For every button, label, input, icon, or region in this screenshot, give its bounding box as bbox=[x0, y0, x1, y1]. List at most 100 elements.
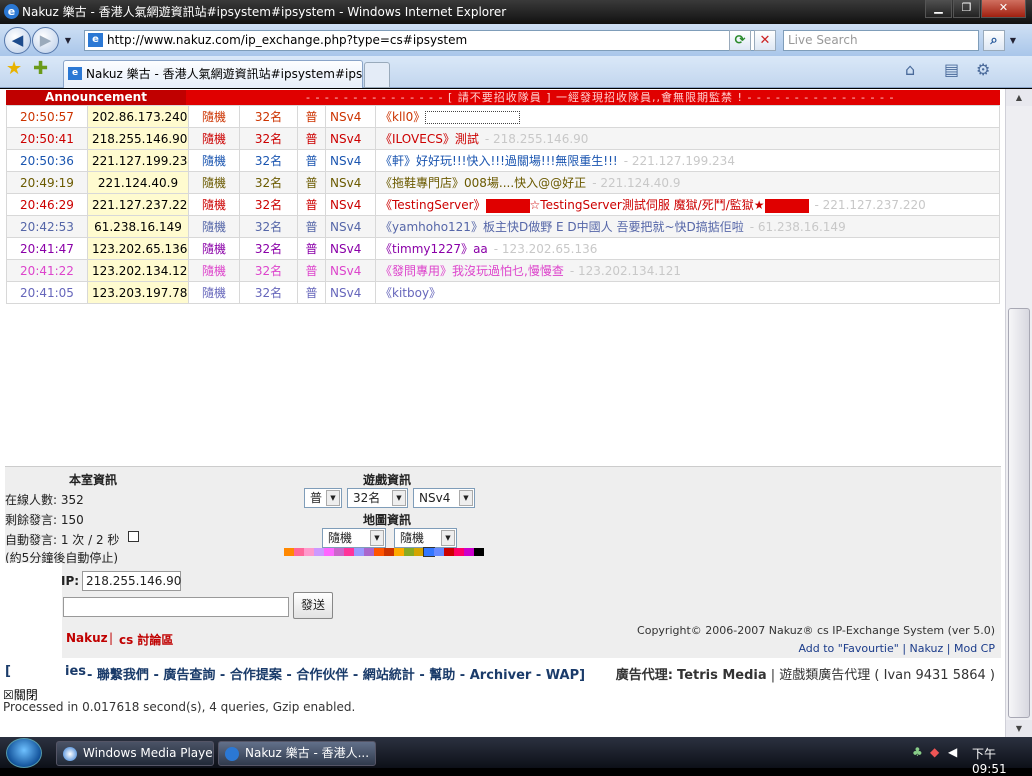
color-swatch[interactable] bbox=[304, 548, 314, 556]
volume-icon[interactable]: ◀ bbox=[948, 745, 957, 759]
auto-post-checkbox[interactable] bbox=[128, 531, 139, 542]
forward-button[interactable]: ▶ bbox=[32, 27, 59, 54]
network-icon[interactable]: ♣ bbox=[912, 745, 923, 759]
ip-cell[interactable]: 123.202.65.136 bbox=[87, 237, 189, 260]
map-select-1[interactable]: 隨機 ▼ bbox=[322, 528, 386, 548]
color-swatch[interactable] bbox=[294, 548, 304, 556]
color-swatch[interactable] bbox=[414, 548, 424, 556]
send-button[interactable]: 發送 bbox=[293, 592, 333, 619]
home-icon[interactable]: ⌂ bbox=[905, 60, 915, 79]
players-cell: 32名 bbox=[239, 215, 298, 238]
scroll-down-arrow[interactable]: ▼ bbox=[1006, 720, 1032, 737]
color-swatch[interactable] bbox=[364, 548, 374, 556]
mod-cp-link[interactable]: Mod CP bbox=[954, 642, 995, 655]
version-select[interactable]: NSv4 ▼ bbox=[413, 488, 475, 508]
ip-cell[interactable]: 61.238.16.149 bbox=[87, 215, 189, 238]
color-swatch[interactable] bbox=[394, 548, 404, 556]
page-menu-icon[interactable]: ▤ bbox=[944, 60, 959, 79]
close-window-button[interactable]: ✕ bbox=[981, 0, 1026, 18]
ip-cell[interactable]: 218.255.146.90 bbox=[87, 127, 189, 150]
table-row: 20:50:41 218.255.146.90 隨機 32名普 NSv4 《ILOVECS… bbox=[6, 127, 1000, 150]
site-link[interactable]: 合作提案 bbox=[230, 668, 282, 683]
server-name[interactable]: 《拖鞋專門店》 bbox=[380, 176, 464, 190]
ip-cell[interactable]: 221.127.199.234 bbox=[87, 149, 189, 172]
color-swatch[interactable] bbox=[354, 548, 364, 556]
site-link[interactable]: 廣告查詢 bbox=[163, 668, 215, 683]
site-link[interactable]: 聯繫我們 bbox=[97, 668, 149, 683]
nakuz-link[interactable]: Nakuz bbox=[66, 631, 108, 645]
server-name[interactable]: 《kitboy》 bbox=[380, 286, 441, 300]
server-name[interactable]: 《yamhoho121》 bbox=[380, 220, 483, 234]
ip-input[interactable]: 218.255.146.90 bbox=[82, 571, 181, 591]
message-ip: - 123.202.65.136 bbox=[493, 242, 598, 256]
favorites-star-icon[interactable]: ★ bbox=[6, 58, 22, 79]
search-icon[interactable]: ⌕ bbox=[983, 30, 1005, 51]
refresh-button[interactable]: ⟳ bbox=[729, 30, 751, 51]
ad-agent-name[interactable]: Tetris Media bbox=[677, 668, 767, 683]
server-name[interactable]: 《發問專用》 bbox=[380, 264, 452, 278]
partial-link[interactable]: ies bbox=[65, 664, 86, 679]
announcement-label: Announcement bbox=[6, 90, 186, 105]
color-swatch[interactable] bbox=[474, 548, 484, 556]
scroll-thumb[interactable] bbox=[1008, 308, 1030, 718]
address-bar[interactable]: e http://www.nakuz.com/ip_exchange.php?t… bbox=[84, 30, 776, 51]
site-link[interactable]: Archiver bbox=[470, 668, 532, 683]
server-name[interactable]: 《kll0》 bbox=[380, 110, 425, 124]
alert-icon[interactable]: ◆ bbox=[930, 745, 939, 759]
tools-gear-icon[interactable]: ⚙ bbox=[976, 60, 990, 79]
color-swatch[interactable] bbox=[434, 548, 444, 556]
site-link[interactable]: 網站統計 bbox=[363, 668, 415, 683]
vertical-scrollbar[interactable]: ▲ ▼ bbox=[1005, 89, 1032, 737]
color-swatch[interactable] bbox=[454, 548, 464, 556]
site-link[interactable]: WAP bbox=[546, 668, 579, 683]
version-cell: NSv4 bbox=[325, 259, 376, 282]
ip-cell[interactable]: 202.86.173.240 bbox=[87, 105, 189, 128]
site-link[interactable]: 幫助 bbox=[429, 668, 455, 683]
message-input[interactable] bbox=[63, 597, 289, 617]
forum-link[interactable]: cs 討論區 bbox=[119, 631, 173, 648]
footer-nakuz-link[interactable]: Nakuz bbox=[910, 642, 944, 655]
clock[interactable]: 下午 09:51 bbox=[972, 745, 1032, 776]
color-swatch[interactable] bbox=[314, 548, 324, 556]
color-swatch[interactable] bbox=[464, 548, 474, 556]
ip-cell[interactable]: 123.202.134.121 bbox=[87, 259, 189, 282]
footer-links: Add to "Favourtie" | Nakuz | Mod CP bbox=[798, 642, 995, 655]
minimize-button[interactable]: ▁ bbox=[925, 0, 952, 18]
players-select[interactable]: 32名 ▼ bbox=[347, 488, 408, 508]
color-swatch[interactable] bbox=[284, 548, 294, 556]
server-name[interactable]: 《軒》 bbox=[380, 154, 416, 168]
stop-button[interactable]: ✕ bbox=[754, 30, 776, 51]
server-name[interactable]: 《ILOVECS》 bbox=[380, 132, 455, 146]
add-favorites-icon[interactable]: ✚ bbox=[33, 58, 48, 79]
maximize-button[interactable]: ❐ bbox=[953, 0, 980, 18]
site-link[interactable]: 合作伙伴 bbox=[296, 668, 348, 683]
color-swatch[interactable] bbox=[344, 548, 354, 556]
search-input[interactable]: Live Search bbox=[783, 30, 979, 51]
color-swatch[interactable] bbox=[444, 548, 454, 556]
color-swatch[interactable] bbox=[334, 548, 344, 556]
tab-active[interactable]: e Nakuz 樂古 - 香港人氣網遊資訊站#ipsystem#ipsys... bbox=[63, 60, 363, 88]
taskbar-ie-window[interactable]: Nakuz 樂古 - 香港人... bbox=[218, 741, 376, 766]
server-name[interactable]: 《timmy1227》 bbox=[380, 242, 473, 256]
server-name[interactable]: 《TestingServer》 bbox=[380, 198, 486, 212]
message-text: aa bbox=[473, 242, 488, 256]
color-swatch[interactable] bbox=[374, 548, 384, 556]
ip-cell[interactable]: 221.124.40.9 bbox=[87, 171, 189, 194]
ip-cell[interactable]: 221.127.237.220 bbox=[87, 193, 189, 216]
color-swatch[interactable] bbox=[404, 548, 414, 556]
map-select-2[interactable]: 隨機 ▼ bbox=[394, 528, 457, 548]
recent-pages-dropdown[interactable]: ▼ bbox=[61, 33, 75, 50]
color-swatch[interactable] bbox=[324, 548, 334, 556]
back-button[interactable]: ◀ bbox=[4, 27, 31, 54]
color-swatch[interactable] bbox=[423, 547, 435, 557]
add-favourite-link[interactable]: Add to "Favourtie" bbox=[798, 642, 898, 655]
ip-cell[interactable]: 123.203.197.78 bbox=[87, 281, 189, 304]
new-tab-button[interactable] bbox=[364, 62, 390, 88]
table-row: 20:41:05 123.203.197.78 隨機 32名普 NSv4 《kitboy》 bbox=[6, 281, 1000, 304]
search-options-dropdown[interactable]: ▼ bbox=[1006, 33, 1020, 50]
color-swatch[interactable] bbox=[384, 548, 394, 556]
mode-select[interactable]: 普 ▼ bbox=[304, 488, 342, 508]
taskbar-media-player[interactable]: Windows Media Player bbox=[56, 741, 214, 766]
scroll-up-arrow[interactable]: ▲ bbox=[1006, 89, 1032, 106]
start-button[interactable] bbox=[6, 738, 42, 768]
